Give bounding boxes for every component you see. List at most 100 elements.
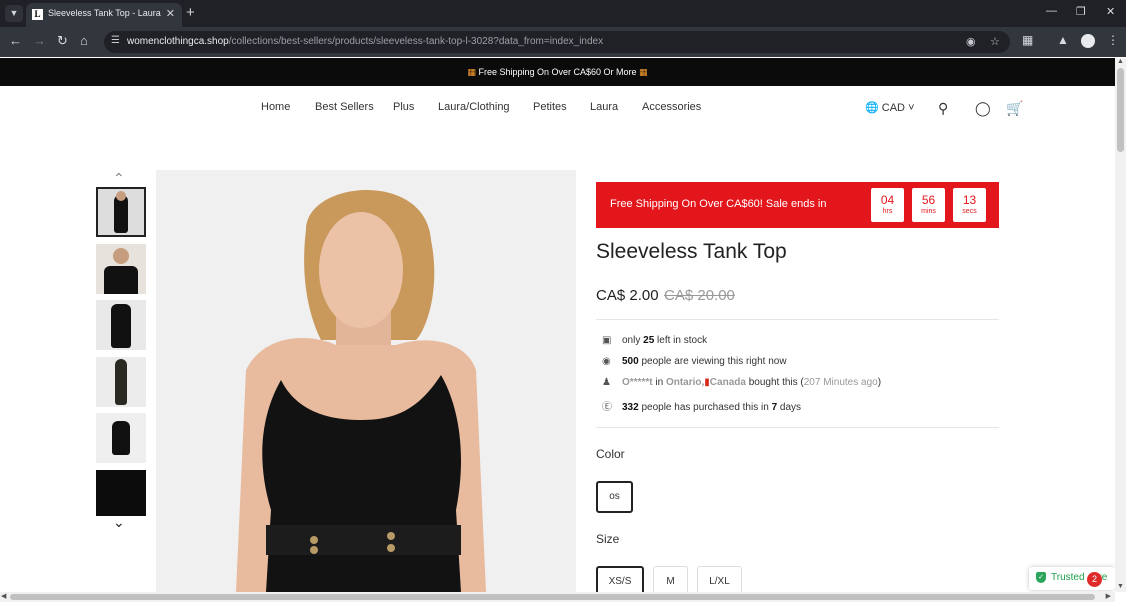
minimize-icon[interactable]: — bbox=[1046, 5, 1057, 17]
nav-item-plus[interactable]: Plus bbox=[393, 101, 414, 113]
buyer-close: ) bbox=[877, 377, 882, 388]
scroll-right-arrow-icon[interactable]: ▶ bbox=[1106, 592, 1111, 600]
trusted-store-widget[interactable]: ✓ Trusted re 2 bbox=[1029, 567, 1115, 590]
thumbnails-up-chevron-icon[interactable]: ⌃ bbox=[113, 170, 125, 187]
box-icon: ▣ bbox=[602, 335, 612, 346]
globe-icon: 🌐 bbox=[865, 102, 879, 114]
address-bar[interactable]: ☰ womenclothingca.shop/collections/best-… bbox=[104, 31, 1010, 53]
countdown-minutes-value: 56 bbox=[921, 193, 936, 207]
product-thumbnail[interactable] bbox=[96, 300, 146, 350]
url-text[interactable]: womenclothingca.shop/collections/best-se… bbox=[127, 36, 603, 47]
divider bbox=[596, 319, 999, 320]
countdown-hours-value: 04 bbox=[880, 193, 895, 207]
scroll-up-arrow-icon[interactable]: ▲ bbox=[1117, 58, 1124, 65]
purchased-post: days bbox=[779, 402, 802, 413]
forward-arrow-icon[interactable]: → bbox=[33, 33, 46, 48]
product-thumbnail[interactable] bbox=[96, 357, 146, 407]
tab-title: Sleeveless Tank Top - Laura bbox=[48, 8, 161, 18]
thumbnail-image bbox=[112, 421, 130, 455]
window-close-icon[interactable]: ✕ bbox=[1106, 5, 1115, 18]
extensions-puzzle-icon[interactable]: ▦ bbox=[1022, 33, 1033, 47]
thumbnail-image bbox=[115, 359, 127, 405]
scroll-left-arrow-icon[interactable]: ◀ bbox=[1, 592, 6, 600]
tab-search-chevron-icon[interactable]: ▼ bbox=[5, 5, 23, 22]
buyer-name: O*****t bbox=[622, 377, 653, 388]
buyer-action: bought this ( bbox=[748, 377, 804, 388]
color-label: Color bbox=[596, 447, 625, 461]
sale-countdown-banner: Free Shipping On Over CA$60! Sale ends i… bbox=[596, 182, 999, 228]
back-arrow-icon[interactable]: ← bbox=[9, 33, 22, 48]
product-thumbnail[interactable] bbox=[96, 244, 146, 294]
buyer-in: in bbox=[655, 377, 664, 388]
currency-code: CAD bbox=[881, 102, 905, 114]
announcement-bar: ▦ Free Shipping On Over CA$60 Or More ▦ bbox=[0, 58, 1115, 86]
labs-flask-icon[interactable]: ▲ bbox=[1057, 33, 1069, 47]
countdown-hours-unit: hrs bbox=[882, 208, 893, 215]
countdown-minutes: 56 mins bbox=[912, 188, 945, 222]
product-thumbnail[interactable] bbox=[96, 470, 146, 516]
stock-post: left in stock bbox=[657, 335, 708, 346]
thumbnail-image bbox=[111, 304, 131, 348]
tab-close-icon[interactable]: ✕ bbox=[166, 7, 175, 20]
thumbnails-down-chevron-icon[interactable]: ⌄ bbox=[113, 514, 125, 531]
nav-item-best-sellers[interactable]: Best Sellers bbox=[315, 101, 374, 113]
vertical-scroll-thumb[interactable] bbox=[1117, 68, 1124, 152]
restore-icon[interactable]: ❐ bbox=[1076, 5, 1086, 18]
vertical-scrollbar[interactable]: ▲ ▼ bbox=[1115, 58, 1126, 592]
nav-item-laura[interactable]: Laura bbox=[590, 101, 618, 113]
viewers-info-row: ◉ 500 people are viewing this right now bbox=[602, 356, 787, 367]
browser-tab[interactable]: L Sleeveless Tank Top - Laura ✕ bbox=[26, 3, 182, 27]
product-main-image[interactable] bbox=[156, 170, 576, 592]
browser-menu-icon[interactable]: ⋮ bbox=[1107, 33, 1119, 47]
notification-badge: 2 bbox=[1087, 572, 1102, 587]
buyer-country: Canada bbox=[709, 377, 746, 388]
nav-item-home[interactable]: Home bbox=[261, 101, 290, 113]
profile-avatar-icon[interactable] bbox=[1081, 34, 1095, 48]
site-favicon-icon: L bbox=[32, 9, 43, 20]
viewers-post: people are viewing this right now bbox=[641, 356, 787, 367]
countdown-seconds-value: 13 bbox=[962, 193, 977, 207]
account-user-icon[interactable]: ◯ bbox=[975, 100, 991, 117]
chevron-down-icon: ˅ bbox=[908, 102, 915, 114]
search-icon[interactable]: ⚲ bbox=[938, 100, 948, 117]
product-thumbnail[interactable] bbox=[96, 187, 146, 237]
horizontal-scrollbar[interactable]: ◀ ▶ bbox=[0, 592, 1115, 602]
sale-banner-text: Free Shipping On Over CA$60! Sale ends i… bbox=[610, 198, 827, 210]
bookmark-star-icon[interactable]: ☆ bbox=[990, 35, 1000, 48]
cart-icon[interactable]: 🛒 bbox=[1006, 100, 1023, 117]
gift-icon: ▦ bbox=[467, 67, 476, 77]
new-tab-plus-icon[interactable]: + bbox=[186, 4, 195, 21]
gift-icon: ▦ bbox=[639, 67, 648, 77]
nav-item-accessories[interactable]: Accessories bbox=[642, 101, 701, 113]
countdown-seconds: 13 secs bbox=[953, 188, 986, 222]
scroll-down-arrow-icon[interactable]: ▼ bbox=[1117, 583, 1124, 590]
compare-at-price: CA$ 20.00 bbox=[664, 287, 735, 304]
countdown-minutes-unit: mins bbox=[921, 208, 936, 215]
eye-off-icon[interactable]: ◉ bbox=[966, 35, 976, 48]
purchased-info-row: Ⓔ 332 people has purchased this in 7 days bbox=[602, 398, 801, 413]
announcement-text: Free Shipping On Over CA$60 Or More bbox=[478, 67, 637, 77]
browser-toolbar: ← → ↻ ⌂ ☰ womenclothingca.shop/collectio… bbox=[0, 27, 1126, 57]
horizontal-scroll-thumb[interactable] bbox=[10, 594, 1095, 600]
viewers-count: 500 bbox=[622, 356, 639, 367]
purchased-days: 7 bbox=[771, 402, 778, 413]
nav-item-petites[interactable]: Petites bbox=[533, 101, 567, 113]
currency-selector[interactable]: 🌐 CAD ˅ bbox=[865, 101, 915, 114]
buyer-region: Ontario, bbox=[665, 377, 705, 388]
product-title: Sleeveless Tank Top bbox=[596, 240, 787, 263]
site-settings-icon[interactable]: ☰ bbox=[111, 35, 120, 46]
recent-buyer-row: ♟ O*****t in Ontario,▮Canada bought this … bbox=[602, 377, 881, 388]
thumbnail-image-head bbox=[113, 248, 129, 264]
stock-info-row: ▣ only 25 left in stock bbox=[602, 335, 707, 346]
shield-check-icon: ✓ bbox=[1036, 572, 1046, 583]
size-label: Size bbox=[596, 532, 620, 546]
reload-icon[interactable]: ↻ bbox=[57, 33, 68, 49]
color-option-os[interactable]: os bbox=[596, 481, 633, 513]
product-price: CA$ 2.00 bbox=[596, 287, 659, 304]
stock-count: 25 bbox=[643, 335, 655, 346]
buyer-time: 207 Minutes ago bbox=[803, 377, 878, 388]
product-thumbnail[interactable] bbox=[96, 413, 146, 463]
eye-icon: ◉ bbox=[602, 356, 611, 367]
home-icon[interactable]: ⌂ bbox=[80, 33, 88, 48]
nav-item-laura-clothing[interactable]: Laura/Clothing bbox=[438, 101, 510, 113]
